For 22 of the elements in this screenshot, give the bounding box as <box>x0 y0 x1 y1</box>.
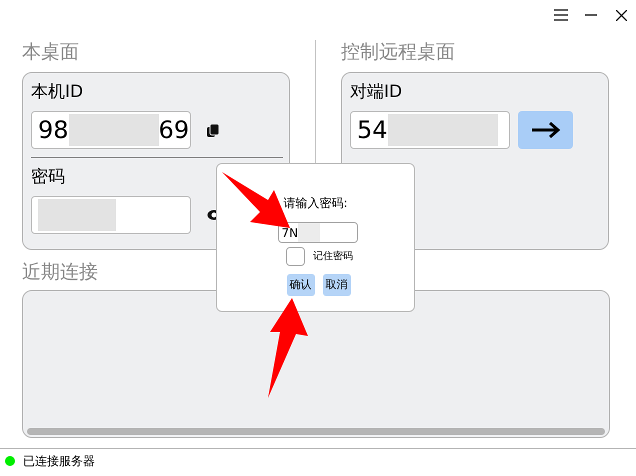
peer-id-field[interactable]: 54 <box>350 111 510 149</box>
id-text: 54 <box>357 115 388 146</box>
dialog-prompt: 请输入密码: <box>282 195 349 212</box>
id-text: 98 <box>38 115 69 146</box>
dialog-button[interactable]: 取消 <box>322 274 350 296</box>
section-title: 控制远程桌面 <box>341 40 456 64</box>
status-text: 已连接服务器 <box>23 452 95 470</box>
id-text: 69 <box>158 115 190 146</box>
dialog-button[interactable]: 确认 <box>286 274 314 296</box>
scrollbar[interactable] <box>27 428 605 435</box>
arrow-icon <box>530 121 560 139</box>
checkbox-label: 记住密码 <box>313 250 353 264</box>
connect-button[interactable] <box>518 111 573 149</box>
copy-icon[interactable] <box>207 124 219 136</box>
section-title: 本桌面 <box>22 40 80 64</box>
field-label: 对端ID <box>350 81 404 103</box>
checkbox[interactable] <box>286 247 305 266</box>
password-input[interactable]: 7N <box>278 222 358 243</box>
field-label: 本机ID <box>31 81 84 103</box>
redaction-block <box>298 223 320 242</box>
section-title: 近期连接 <box>22 260 99 284</box>
field-label: 密码 <box>31 166 66 188</box>
